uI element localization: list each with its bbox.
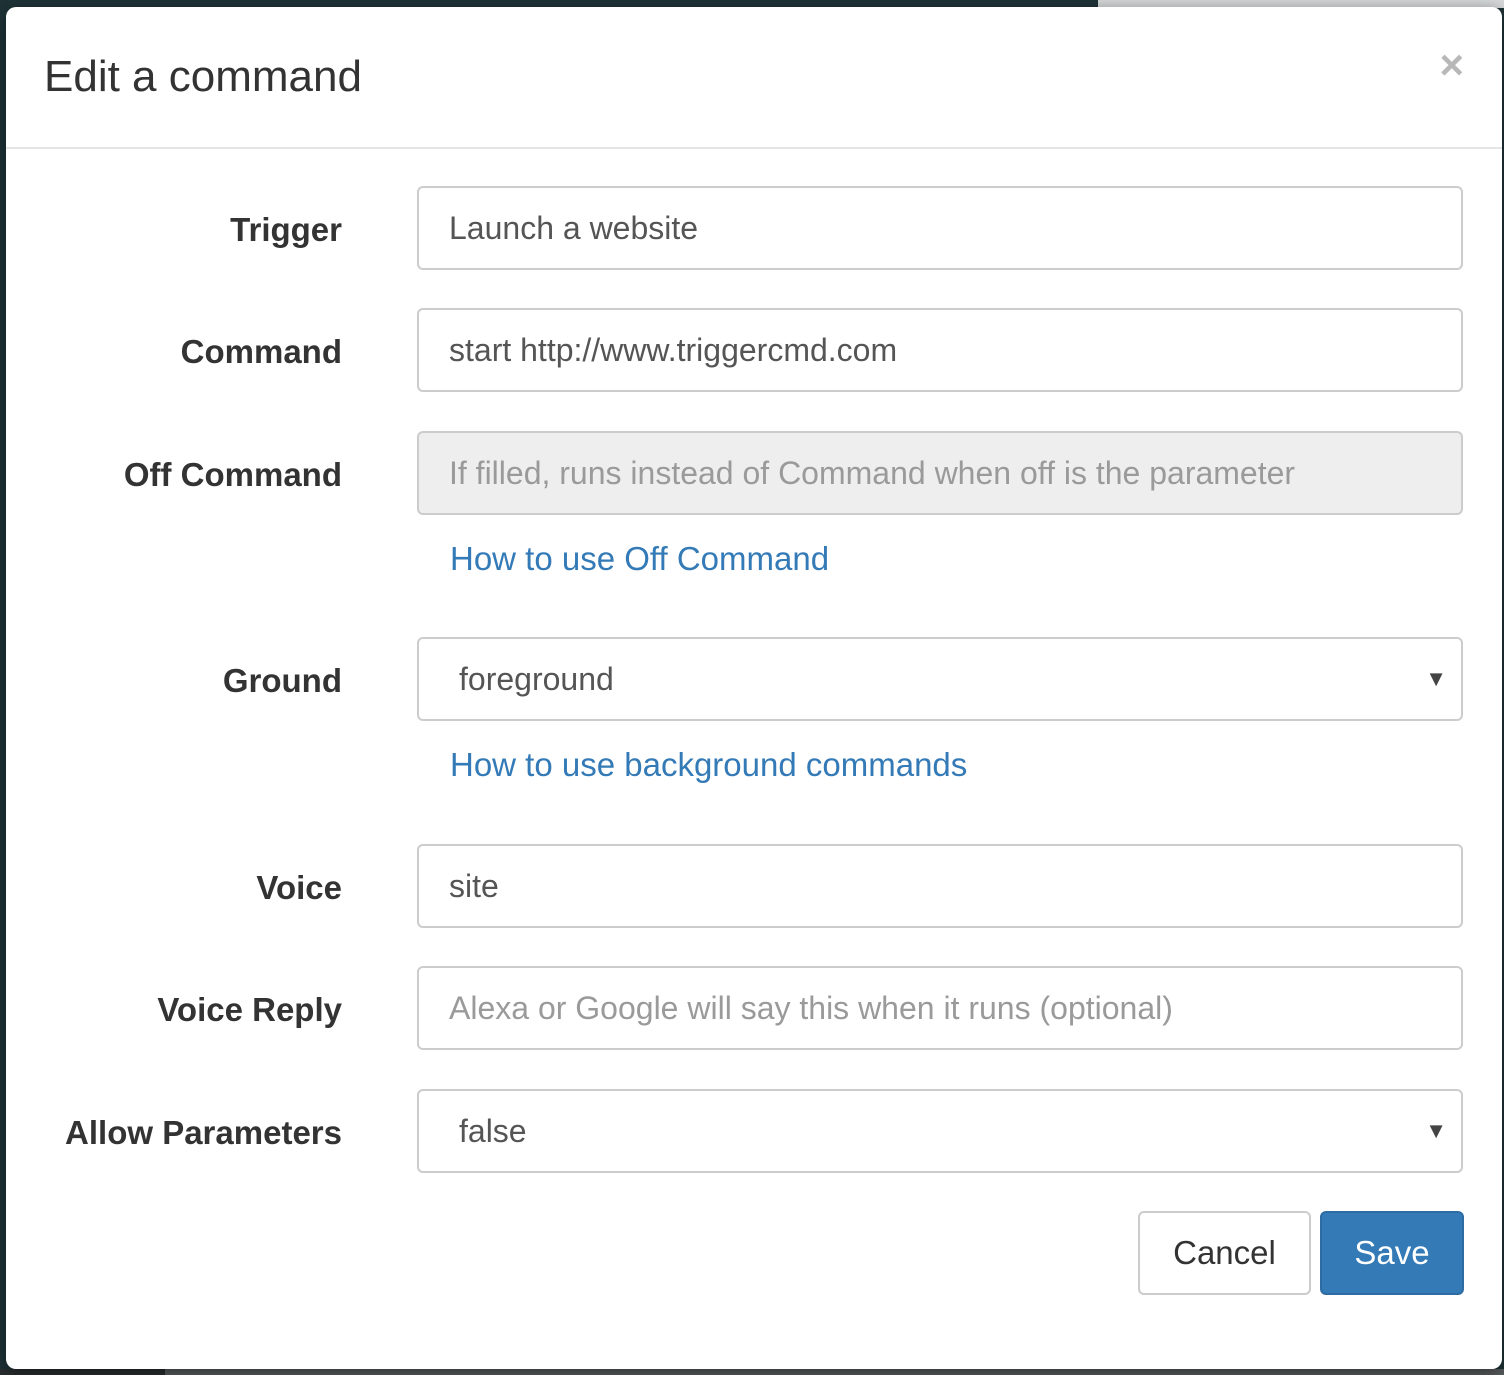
off-command-help-link[interactable]: How to use Off Command <box>450 540 829 578</box>
allow-parameters-label: Allow Parameters <box>65 1114 342 1151</box>
voice-label: Voice <box>256 869 342 906</box>
trigger-input[interactable]: Launch a website <box>417 186 1463 270</box>
close-icon: × <box>1439 41 1464 88</box>
voice-reply-label: Voice Reply <box>157 991 342 1028</box>
cancel-button[interactable]: Cancel <box>1138 1211 1311 1295</box>
ground-select-value: foreground <box>459 661 614 697</box>
save-button[interactable]: Save <box>1320 1211 1464 1295</box>
close-button[interactable]: × <box>1439 44 1464 86</box>
dialog-title: Edit a command <box>44 52 362 101</box>
voice-input[interactable]: site <box>417 844 1463 928</box>
allow-parameters-select-value: false <box>459 1113 527 1149</box>
edit-command-dialog: Edit a command × Trigger Launch a websit… <box>6 7 1502 1369</box>
allow-parameters-select[interactable]: false ▼ <box>417 1089 1463 1173</box>
ground-label: Ground <box>222 662 342 699</box>
command-label: Command <box>180 333 342 370</box>
chevron-down-icon: ▼ <box>1425 666 1447 691</box>
voice-reply-input[interactable]: Alexa or Google will say this when it ru… <box>417 966 1463 1050</box>
background-commands-help-link[interactable]: How to use background commands <box>450 746 967 784</box>
dialog-header: Edit a command × <box>6 7 1502 149</box>
background-strip <box>165 1369 1504 1375</box>
off-command-label: Off Command <box>123 456 342 493</box>
command-input[interactable]: start http://www.triggercmd.com <box>417 308 1463 392</box>
chevron-down-icon: ▼ <box>1425 1118 1447 1143</box>
off-command-input[interactable]: If filled, runs instead of Command when … <box>417 431 1463 515</box>
trigger-label: Trigger <box>230 211 342 248</box>
background-strip <box>0 1369 165 1375</box>
ground-select[interactable]: foreground ▼ <box>417 637 1463 721</box>
